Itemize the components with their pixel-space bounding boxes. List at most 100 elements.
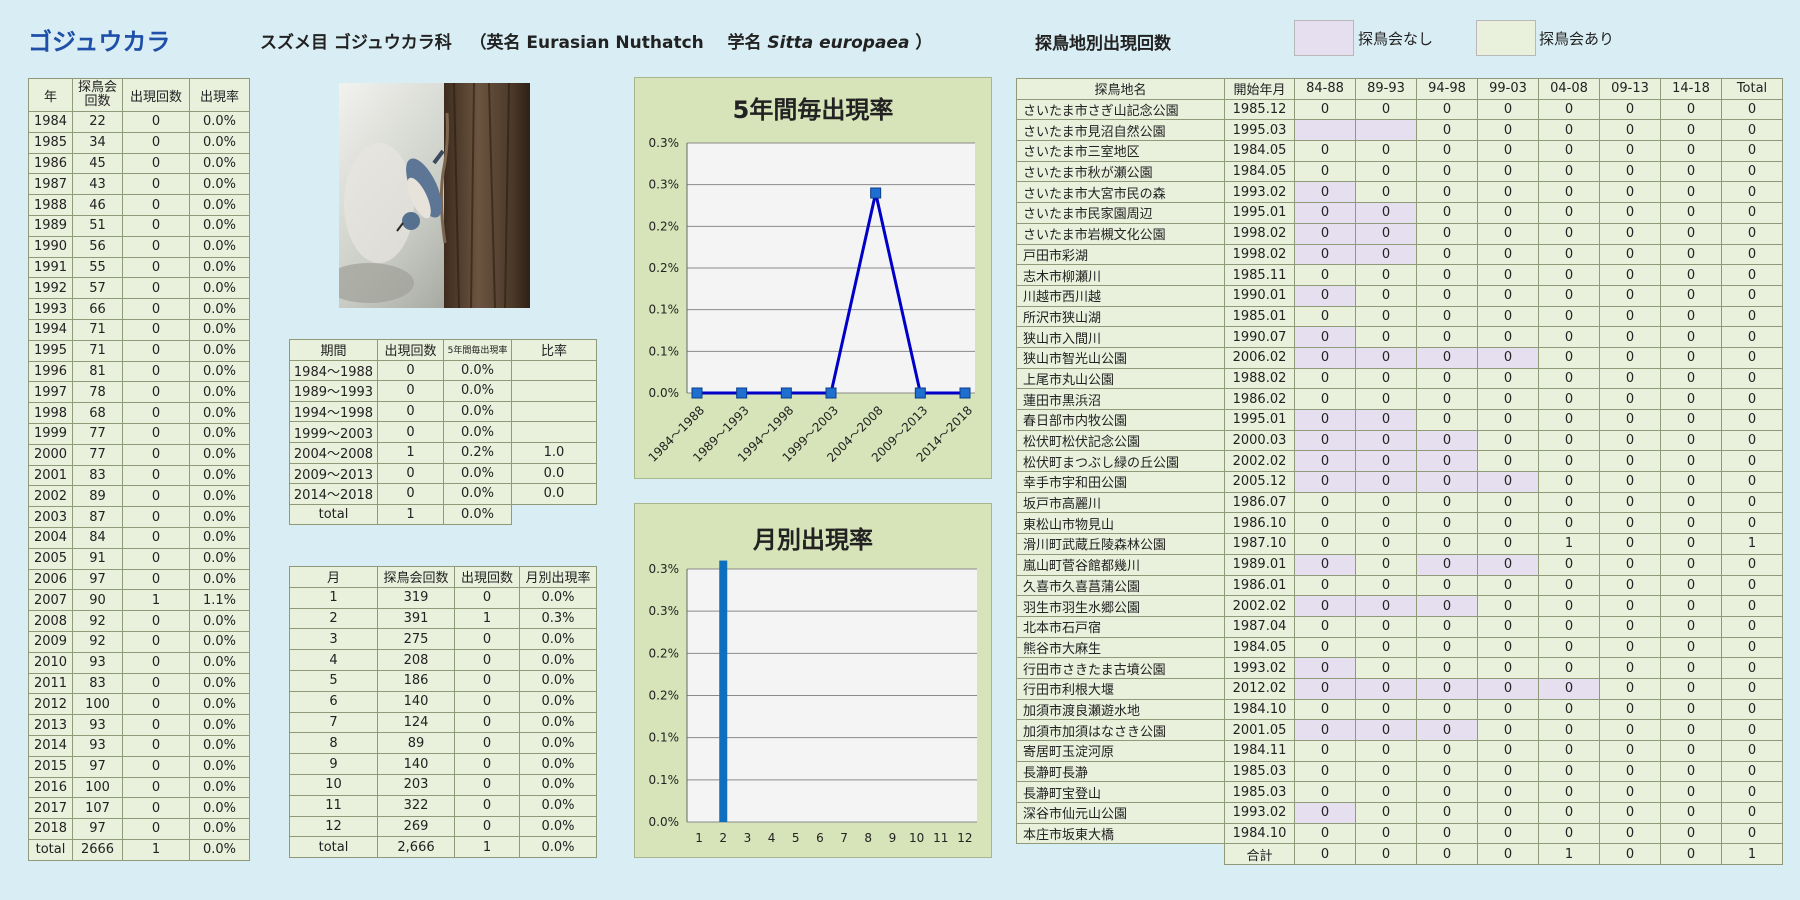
- rate-cell: 0.0%: [189, 818, 250, 840]
- count-cell: 0: [1721, 615, 1783, 638]
- table-row: 北本市石戸宿 1987.04 0 0 0 0 0 0 0 0: [1016, 615, 1783, 638]
- count-cell: 0: [1660, 533, 1722, 555]
- start-date-cell: 1984.05: [1224, 160, 1295, 183]
- location-name-cell: 松伏町松伏記念公園: [1016, 429, 1225, 452]
- period-header: 期間: [289, 339, 378, 361]
- month-cell: total: [289, 836, 378, 859]
- month-rate-cell: 0.0%: [519, 836, 597, 859]
- occurrences-cell: 0: [122, 256, 190, 279]
- table-row: 2014～2018 0 0.0% 0.0: [289, 483, 597, 505]
- table-row: 1991 55 0 0.0%: [28, 256, 250, 279]
- month-occurrences-cell: 0: [454, 628, 520, 651]
- location-name-cell: 春日部市内牧公園: [1016, 409, 1225, 431]
- count-cell: 0: [1477, 202, 1539, 224]
- rate-cell: 0.0%: [189, 776, 250, 799]
- table-row: 1989～1993 0 0.0%: [289, 380, 597, 402]
- count-cell: 0: [1660, 615, 1722, 638]
- count-cell: 0: [1721, 760, 1783, 783]
- count-cell: 0: [1721, 326, 1783, 348]
- count-cell: 0: [1477, 326, 1539, 348]
- count-cell: 0: [1355, 243, 1417, 266]
- count-cell: 0: [1721, 243, 1783, 266]
- count-cell: 0: [1294, 471, 1356, 493]
- y-tick-label: 0.1%: [649, 773, 680, 787]
- table-row: 狭山市智光山公園 2006.02 0 0 0 0 0 0 0 0: [1016, 346, 1783, 369]
- occurrences-cell: 0: [122, 734, 190, 757]
- meetings-cell: 56: [72, 235, 123, 258]
- count-cell: 0: [1660, 471, 1722, 493]
- x-tick-label: 1: [695, 831, 703, 845]
- year-cell: total: [28, 838, 73, 861]
- location-header-cell: 14-18: [1660, 78, 1722, 100]
- occurrences-cell: 0: [122, 630, 190, 653]
- meetings-cell: 78: [72, 381, 123, 404]
- meetings-cell: 83: [72, 672, 123, 695]
- start-date-cell: 1985.03: [1224, 760, 1295, 783]
- meetings-cell: 34: [72, 131, 123, 154]
- count-cell: 0: [1721, 119, 1783, 142]
- count-cell: 0: [1477, 719, 1539, 741]
- month-meetings-cell: 391: [377, 607, 455, 630]
- y-tick-label: 0.3%: [649, 604, 680, 618]
- count-cell: 0: [1294, 760, 1356, 783]
- month-meetings-cell: 203: [377, 773, 455, 796]
- period-total-occurrences: 1: [377, 503, 444, 526]
- location-total-cell: 0: [1294, 843, 1356, 866]
- period-occurrences-cell: 0: [377, 462, 444, 485]
- count-cell: 0: [1660, 781, 1722, 804]
- count-cell: 0: [1355, 305, 1417, 328]
- table-row: 2007 90 1 1.1%: [28, 589, 250, 612]
- table-row: 1984～1988 0 0.0%: [289, 359, 597, 382]
- count-cell: 0: [1599, 595, 1661, 617]
- count-cell: 0: [1660, 388, 1722, 410]
- count-cell: 0: [1538, 719, 1600, 741]
- count-cell: 0: [1477, 740, 1539, 762]
- location-name-cell: 蓮田市黒浜沼: [1016, 388, 1225, 410]
- count-cell: 0: [1477, 119, 1539, 142]
- count-cell: 0: [1599, 553, 1661, 576]
- location-name-cell: 久喜市久喜菖蒲公園: [1016, 574, 1225, 597]
- table-row: 本庄市坂東大橋 1984.10 0 0 0 0 0 0 0 0: [1016, 822, 1783, 845]
- period-rate-cell: 0.0%: [443, 421, 512, 443]
- count-cell: 0: [1477, 429, 1539, 452]
- year-cell: 1995: [28, 339, 73, 362]
- table-row: 坂戸市高麗川 1986.07 0 0 0 0 0 0 0 0: [1016, 491, 1783, 514]
- blank-cell: [512, 504, 597, 525]
- count-cell: 1: [1721, 533, 1783, 555]
- month-meetings-header: 探鳥会回数: [377, 566, 455, 588]
- count-cell: 0: [1294, 657, 1356, 679]
- table-row: 8 89 0 0.0%: [289, 732, 597, 755]
- year-cell: 2015: [28, 755, 73, 778]
- count-cell: 0: [1538, 429, 1600, 452]
- meetings-cell: 57: [72, 277, 123, 300]
- count-cell: 0: [1355, 719, 1417, 741]
- month-occurrences-cell: 0: [454, 649, 520, 671]
- meetings-cell: 107: [72, 797, 123, 820]
- count-cell: 0: [1538, 305, 1600, 328]
- table-row: 行田市利根大堰 2012.02 0 0 0 0 0 0 0 0: [1016, 677, 1783, 700]
- count-cell: 0: [1538, 326, 1600, 348]
- count-cell: 0: [1538, 409, 1600, 431]
- count-cell: 0: [1721, 222, 1783, 245]
- count-cell: 0: [1355, 264, 1417, 286]
- meetings-cell: 22: [72, 111, 123, 133]
- year-cell: 1996: [28, 360, 73, 383]
- meetings-cell: 43: [72, 173, 123, 196]
- count-cell: 0: [1477, 243, 1539, 266]
- data-point: [736, 387, 748, 399]
- start-date-cell: 2006.02: [1224, 346, 1295, 369]
- location-table: 探鳥地名 開始年月 84-88 89-93 94-98 99-03 04-08 09-13 14…: [1016, 78, 1783, 866]
- month-meetings-cell: 124: [377, 711, 455, 734]
- table-row: さいたま市岩槻文化公園 1998.02 0 0 0 0 0 0 0 0: [1016, 222, 1783, 245]
- count-cell: 0: [1538, 781, 1600, 804]
- table-row: 2004～2008 1 0.2% 1.0: [289, 441, 597, 464]
- count-cell: 0: [1294, 615, 1356, 638]
- y-tick-label: 0.1%: [649, 344, 680, 358]
- location-header-cell: 94-98: [1416, 78, 1478, 100]
- count-cell: 0: [1660, 760, 1722, 783]
- count-cell: 0: [1355, 636, 1417, 659]
- location-name-cell: 嵐山町菅谷館都幾川: [1016, 553, 1225, 576]
- location-header-cell: 99-03: [1477, 78, 1539, 100]
- month-occurrences-cell: 0: [454, 669, 520, 692]
- occurrences-cell: 0: [122, 714, 190, 736]
